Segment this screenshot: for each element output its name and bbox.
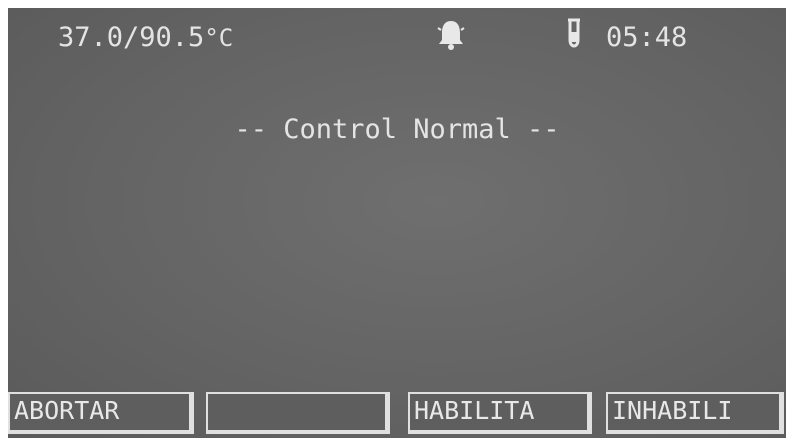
- disable-softkey[interactable]: INHABILI: [606, 392, 784, 434]
- abort-softkey[interactable]: ABORTAR: [8, 392, 194, 434]
- enable-softkey[interactable]: HABILITA: [408, 392, 592, 434]
- blank-softkey[interactable]: [206, 392, 390, 434]
- temperature-value: 37.0/90.5: [58, 22, 205, 53]
- softkey-bar: ABORTAR HABILITA INHABILI: [8, 392, 786, 438]
- clock: 05:48: [606, 22, 688, 53]
- temperature-readout: 37.0/90.5°C: [58, 22, 233, 53]
- temperature-unit: °C: [204, 24, 234, 52]
- status-message: -- Control Normal --: [234, 114, 560, 145]
- test-tube-icon: [568, 18, 580, 48]
- display-screen: 37.0/90.5°C 05:48 -- Control Normal -- A…: [8, 8, 786, 438]
- bell-icon: [437, 21, 465, 50]
